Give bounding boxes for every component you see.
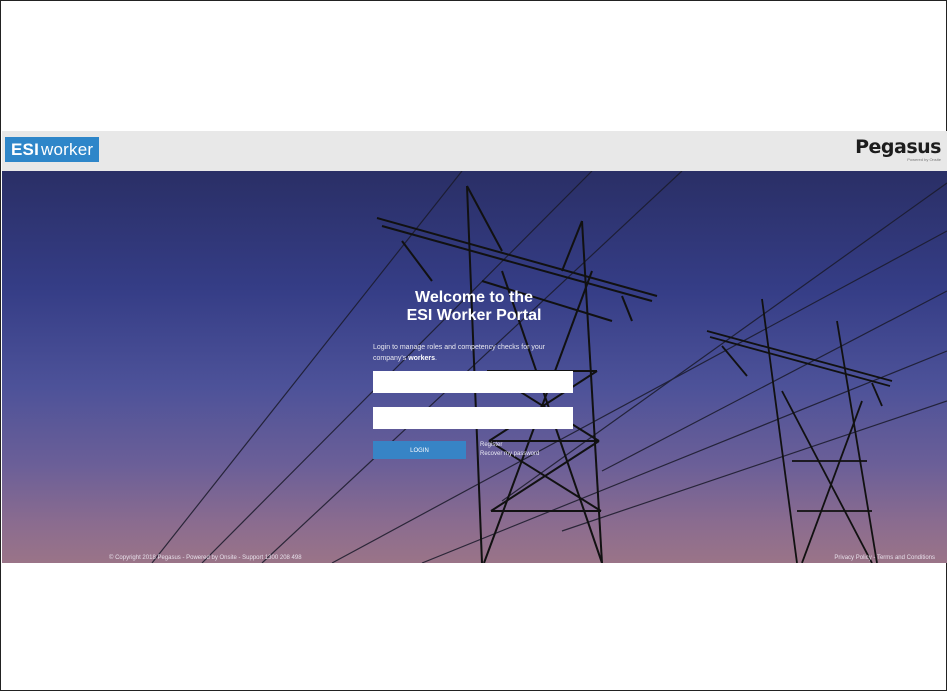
welcome-title: Welcome to the ESI Worker Portal xyxy=(374,289,574,325)
welcome-line-2: ESI Worker Portal xyxy=(406,307,542,324)
pegasus-name: Pegasus xyxy=(855,136,941,158)
hero-background: Welcome to the ESI Worker Portal Login t… xyxy=(2,171,947,563)
power-tower-image xyxy=(151,171,947,563)
recover-password-link[interactable]: Recover my password xyxy=(480,450,539,459)
username-input[interactable] xyxy=(373,371,573,393)
logo-bold-text: ESI xyxy=(11,139,40,159)
pegasus-logo: Pegasus Powered by Onsite xyxy=(855,137,941,163)
browser-frame: ESI worker Pegasus Powered by Onsite Wel… xyxy=(0,0,947,691)
login-subtitle: Login to manage roles and competency che… xyxy=(373,342,553,364)
password-input[interactable] xyxy=(373,407,573,429)
terms-link[interactable]: Terms and Conditions xyxy=(877,555,935,561)
subtitle-end: . xyxy=(435,355,437,362)
footer-links: Privacy Policy - Terms and Conditions xyxy=(834,555,935,561)
welcome-line-1: Welcome to the xyxy=(415,289,533,306)
copyright-text: © Copyright 2018 Pegasus - Powered by On… xyxy=(109,555,302,561)
auth-links: Register Recover my password xyxy=(480,441,539,459)
logo-light-text: worker xyxy=(41,139,94,159)
privacy-policy-link[interactable]: Privacy Policy xyxy=(834,555,871,561)
register-link[interactable]: Register xyxy=(480,441,539,450)
esi-worker-logo[interactable]: ESI worker xyxy=(5,137,99,162)
subtitle-text: Login to manage roles and competency che… xyxy=(373,344,545,362)
top-header: ESI worker Pegasus Powered by Onsite xyxy=(2,131,947,171)
subtitle-bold: workers xyxy=(408,355,436,362)
login-button[interactable]: LOGIN xyxy=(373,441,466,459)
